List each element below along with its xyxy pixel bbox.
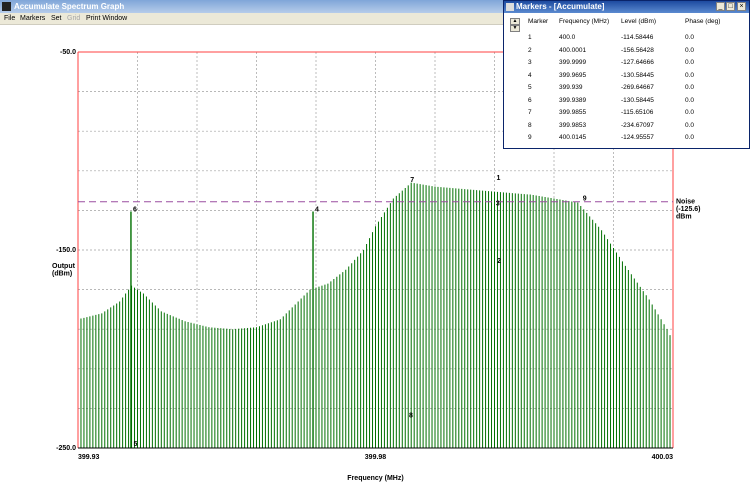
app-icon <box>2 2 11 11</box>
marker-level: -130.58445 <box>621 96 654 104</box>
marker-phase: 0.0 <box>685 46 695 54</box>
marker-phase: 0.0 <box>685 121 695 129</box>
table-row[interactable]: 4 399.9695 -130.58445 0.0 <box>522 70 742 82</box>
marker-label: 9 <box>583 195 587 202</box>
menu-print-window[interactable]: Print Window <box>86 13 127 24</box>
table-row[interactable]: 8 399.9853 -234.67097 0.0 <box>522 120 742 132</box>
table-row[interactable]: 9 400.0145 -124.95557 0.0 <box>522 132 742 144</box>
marker-phase: 0.0 <box>685 96 695 104</box>
x-tick-label: 400.03 <box>652 454 674 461</box>
marker-number: 7 <box>528 109 532 116</box>
marker-label: 2 <box>497 258 501 265</box>
marker-label: 6 <box>133 207 137 214</box>
marker-number: 4 <box>528 71 532 79</box>
table-row[interactable]: 5 399.939 -269.64667 0.0 <box>522 82 742 94</box>
minimize-button[interactable]: _ <box>716 2 725 11</box>
markers-window[interactable]: Markers - [Accumulate] _ □ × ▲ ▼ Marker … <box>503 0 750 149</box>
markers-window-title: Markers - [Accumulate] <box>516 2 605 11</box>
x-axis-label: Frequency (MHz) <box>347 475 403 482</box>
noise-label: (-125.6) <box>676 206 701 213</box>
noise-label: Noise <box>676 199 695 206</box>
menu-markers[interactable]: Markers <box>20 13 45 24</box>
marker-label: 7 <box>410 177 414 184</box>
marker-label: 1 <box>497 175 501 182</box>
marker-level: -127.64666 <box>621 59 654 66</box>
close-button[interactable]: × <box>737 2 746 11</box>
x-tick-label: 399.93 <box>78 454 100 461</box>
col-header-frequency: Frequency (MHz) <box>559 18 610 25</box>
y-axis-label: Output <box>52 263 76 270</box>
marker-number: 3 <box>528 59 532 66</box>
markers-window-title-bar[interactable]: Markers - [Accumulate] _ □ × <box>504 1 749 13</box>
table-row[interactable]: 1 400.0 -114.58446 0.0 <box>522 32 742 44</box>
menu-file[interactable]: File <box>4 13 15 24</box>
scroll-up-icon[interactable]: ▲ <box>510 18 520 25</box>
marker-phase: 0.0 <box>685 59 695 66</box>
marker-frequency: 400.0001 <box>559 46 587 54</box>
table-row[interactable]: 6 399.9389 -130.58445 0.0 <box>522 95 742 107</box>
marker-frequency: 400.0145 <box>559 134 587 141</box>
marker-frequency: 399.9695 <box>559 71 587 79</box>
scroll-down-icon[interactable]: ▼ <box>510 25 520 32</box>
noise-label: dBm <box>676 214 692 221</box>
col-header-marker: Marker <box>528 18 549 25</box>
y-tick-label: -150.0 <box>56 247 76 254</box>
marker-number: 1 <box>528 34 532 41</box>
app-title: Accumulate Spectrum Graph <box>14 2 125 11</box>
table-row[interactable]: 3 399.9999 -127.64666 0.0 <box>522 57 742 69</box>
marker-number: 8 <box>528 121 532 129</box>
x-tick-label: 399.98 <box>365 454 387 461</box>
menu-grid: Grid <box>67 15 81 22</box>
marker-label: 5 <box>134 441 138 448</box>
marker-frequency: 399.9999 <box>559 59 587 66</box>
y-axis-label: (dBm) <box>52 271 72 278</box>
marker-number: 9 <box>528 134 532 141</box>
marker-frequency: 399.939 <box>559 84 583 91</box>
marker-label: 3 <box>496 201 500 208</box>
menu-set[interactable]: Set <box>51 13 62 24</box>
marker-phase: 0.0 <box>685 71 695 79</box>
markers-window-icon <box>506 3 514 11</box>
marker-number: 2 <box>528 46 532 54</box>
col-header-phase: Phase (deg) <box>685 18 721 25</box>
marker-phase: 0.0 <box>685 84 695 91</box>
marker-level: -124.95557 <box>621 134 654 141</box>
table-row[interactable]: 2 400.0001 -156.56428 0.0 <box>522 45 742 57</box>
marker-frequency: 399.9855 <box>559 109 587 116</box>
y-tick-label: -50.0 <box>60 49 76 56</box>
marker-frequency: 399.9853 <box>559 121 587 129</box>
maximize-button[interactable]: □ <box>726 2 735 11</box>
marker-level: -115.65106 <box>621 109 654 116</box>
marker-level: -114.58446 <box>621 34 654 41</box>
marker-level: -130.58445 <box>621 71 654 79</box>
marker-phase: 0.0 <box>685 109 695 116</box>
marker-frequency: 400.0 <box>559 34 576 41</box>
marker-level: -234.67097 <box>621 121 654 129</box>
marker-level: -156.56428 <box>621 46 654 54</box>
marker-label: 4 <box>315 207 319 214</box>
table-row[interactable]: 7 399.9855 -115.65106 0.0 <box>522 107 742 119</box>
marker-frequency: 399.9389 <box>559 96 587 104</box>
marker-label: 8 <box>409 413 413 420</box>
marker-number: 5 <box>528 84 532 91</box>
marker-level: -269.64667 <box>621 84 654 91</box>
marker-number: 6 <box>528 96 532 104</box>
marker-phase: 0.0 <box>685 34 695 41</box>
y-tick-label: -250.0 <box>56 445 76 452</box>
marker-phase: 0.0 <box>685 134 695 141</box>
col-header-level: Level (dBm) <box>621 18 657 25</box>
